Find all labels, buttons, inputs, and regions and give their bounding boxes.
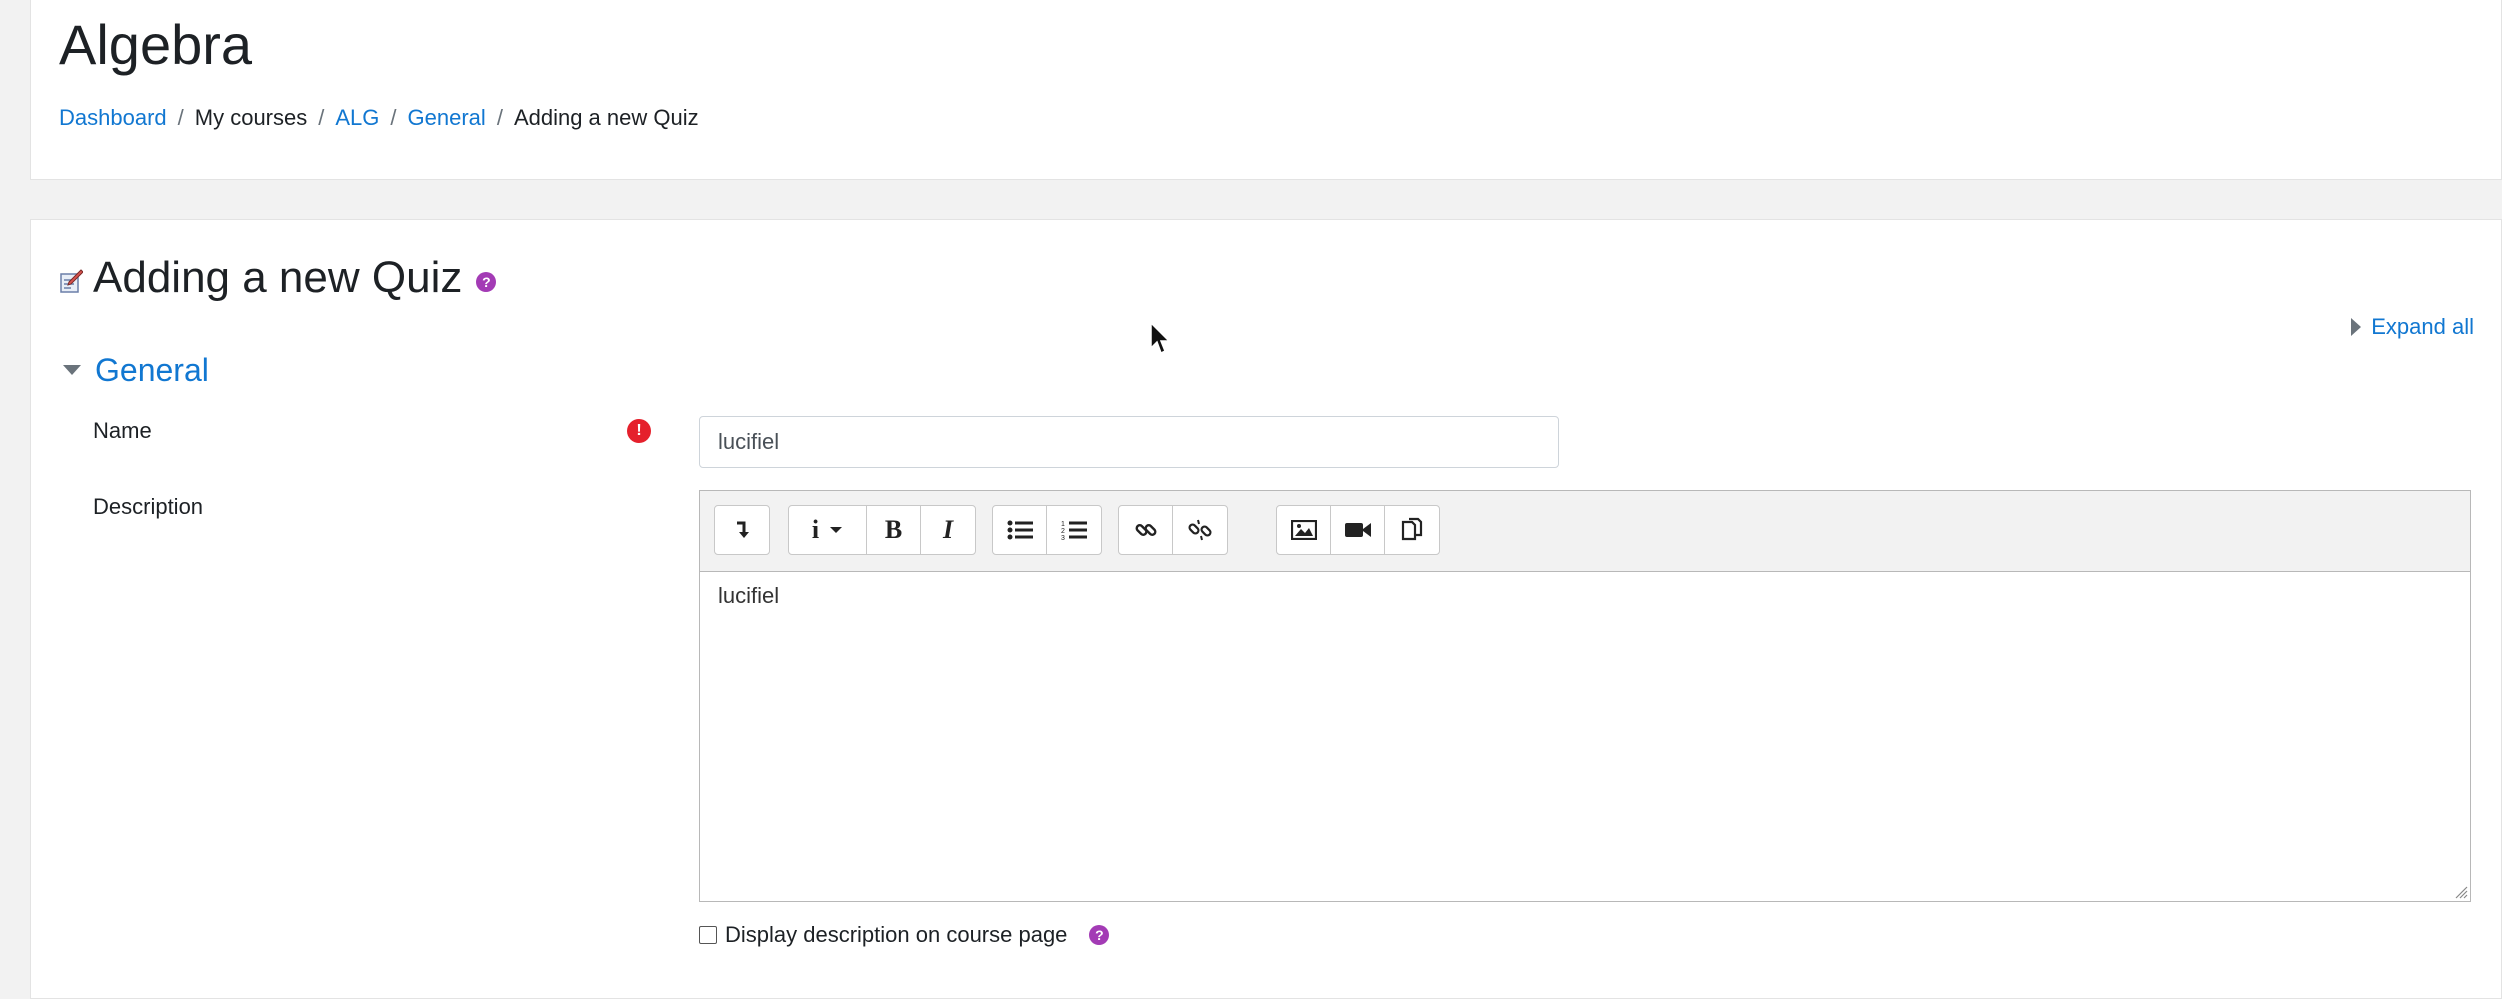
form-heading: Adding a new Quiz ?: [59, 250, 497, 306]
bold-icon[interactable]: B: [867, 506, 921, 554]
form-title: Adding a new Quiz: [93, 253, 463, 302]
breadcrumb-separator: /: [318, 105, 325, 130]
media-icon[interactable]: [1331, 506, 1385, 554]
mouse-cursor-icon: [1150, 322, 1171, 355]
caret-down-icon: [63, 365, 81, 375]
show-description-checkbox[interactable]: [699, 926, 717, 944]
breadcrumb: Dashboard / My courses / ALG / General / Adding …: [59, 103, 699, 133]
unlink-icon[interactable]: [1173, 506, 1227, 554]
help-icon[interactable]: ?: [1089, 925, 1110, 945]
expand-all-label: Expand all: [2371, 314, 2474, 339]
show-more-icon[interactable]: [715, 506, 769, 554]
info-dropdown-icon[interactable]: i: [789, 506, 867, 554]
breadcrumb-separator: /: [496, 105, 503, 130]
toolbar-group-4: [1118, 505, 1228, 555]
breadcrumb-my-courses: My courses: [194, 105, 308, 130]
svg-text:1: 1: [1061, 521, 1065, 528]
quiz-form-card: Adding a new Quiz ? Expand all General N…: [30, 219, 2502, 999]
description-label: Description: [93, 494, 204, 519]
toolbar-group-3: 123: [992, 505, 1102, 555]
resize-grip-icon[interactable]: [2452, 883, 2468, 899]
italic-icon[interactable]: I: [921, 506, 975, 554]
svg-text:2: 2: [1061, 528, 1065, 535]
page-header: Algebra Dashboard / My courses / ALG / General…: [30, 0, 2502, 180]
editor-toolbar: i B I 123: [700, 491, 2470, 572]
toolbar-group-1: [714, 505, 770, 555]
breadcrumb-alg[interactable]: ALG: [335, 105, 379, 130]
section-title: General: [95, 352, 209, 388]
breadcrumb-separator: /: [177, 105, 184, 130]
description-editor: i B I 123 lucifiel: [699, 490, 2471, 902]
svg-text:3: 3: [1061, 535, 1065, 541]
breadcrumb-general[interactable]: General: [408, 105, 486, 130]
required-icon: !: [627, 419, 651, 443]
breadcrumb-dashboard[interactable]: Dashboard: [59, 105, 167, 130]
unordered-list-icon[interactable]: [993, 506, 1047, 554]
manage-files-icon[interactable]: [1385, 506, 1439, 554]
show-description-label[interactable]: Display description on course page: [725, 922, 1067, 948]
breadcrumb-separator: /: [390, 105, 397, 130]
name-input[interactable]: [699, 416, 1559, 468]
expand-all-link[interactable]: Expand all: [2351, 314, 2474, 340]
image-icon[interactable]: [1277, 506, 1331, 554]
page-title: Algebra: [59, 13, 253, 76]
section-general-toggle[interactable]: General: [63, 350, 209, 390]
name-label: Name: [93, 418, 152, 443]
ordered-list-icon[interactable]: 123: [1047, 506, 1101, 554]
help-icon[interactable]: ?: [476, 272, 497, 292]
toolbar-group-5: [1276, 505, 1440, 555]
caret-right-icon: [2351, 318, 2362, 336]
link-icon[interactable]: [1119, 506, 1173, 554]
show-description-row: Display description on course page ?: [699, 922, 1110, 948]
toolbar-group-2: i B I: [788, 505, 976, 555]
description-content[interactable]: lucifiel: [700, 571, 2470, 901]
breadcrumb-current: Adding a new Quiz: [513, 105, 699, 130]
quiz-icon: [60, 269, 83, 293]
